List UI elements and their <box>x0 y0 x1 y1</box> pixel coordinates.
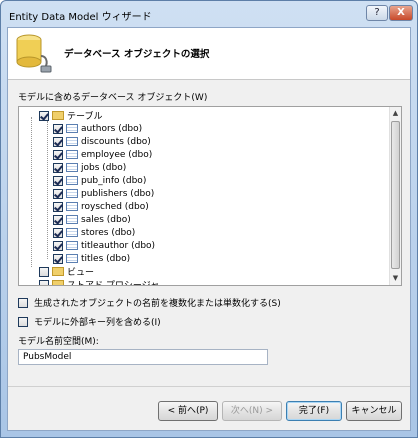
checkbox-table[interactable] <box>53 149 63 160</box>
tree-node-procedures[interactable]: ストアド プロシージャ <box>39 278 160 286</box>
footer-divider <box>8 386 410 387</box>
tree-node-label: titles (dbo) <box>81 253 131 264</box>
tree-node-label: sales (dbo) <box>81 214 131 225</box>
checkbox-procedures[interactable] <box>39 279 49 285</box>
table-icon <box>66 241 78 250</box>
procedure-folder-icon <box>52 280 64 285</box>
tree-node-table[interactable]: titleauthor (dbo) <box>53 239 155 252</box>
table-icon <box>66 163 78 172</box>
tree-guide-line <box>47 121 48 259</box>
table-folder-icon <box>52 111 64 120</box>
wizard-header: データベース オブジェクトの選択 <box>8 28 410 80</box>
tree-node-views[interactable]: ビュー <box>39 265 94 278</box>
checkbox-tables[interactable] <box>39 110 49 121</box>
pluralize-label: 生成されたオブジェクトの名前を複数化または単数化する(S) <box>34 299 281 309</box>
tree-node-table[interactable]: discounts (dbo) <box>53 135 151 148</box>
table-icon <box>66 202 78 211</box>
tree-node-table[interactable]: sales (dbo) <box>53 213 131 226</box>
view-folder-icon <box>52 267 64 276</box>
database-objects-tree[interactable]: テーブル authors (dbo) discounts (dbo) employe… <box>18 106 402 286</box>
tree-node-label: テーブル <box>67 112 103 122</box>
checkbox-table[interactable] <box>53 253 63 264</box>
tree-scrollbar[interactable]: ▲ ▼ <box>389 107 401 285</box>
checkbox-table[interactable] <box>53 201 63 212</box>
tree-node-table[interactable]: jobs (dbo) <box>53 161 126 174</box>
back-button[interactable]: < 前へ(P) <box>158 401 218 421</box>
checkbox-table[interactable] <box>53 162 63 173</box>
checkbox-table[interactable] <box>53 136 63 147</box>
scroll-thumb[interactable] <box>391 121 400 269</box>
namespace-input[interactable] <box>18 349 268 365</box>
wizard-client-area: データベース オブジェクトの選択 モデルに含めるデータベース オブジェクト(W)… <box>7 27 411 431</box>
pluralize-option[interactable]: 生成されたオブジェクトの名前を複数化または単数化する(S) <box>18 296 281 309</box>
checkbox-views[interactable] <box>39 266 49 277</box>
objects-label: モデルに含めるデータベース オブジェクト(W) <box>18 93 208 103</box>
tree-node-table[interactable]: pub_info (dbo) <box>53 174 146 187</box>
tree-node-table[interactable]: publishers (dbo) <box>53 187 154 200</box>
tree-node-table[interactable]: roysched (dbo) <box>53 200 149 213</box>
title-bar[interactable]: Entity Data Model ウィザード ? X <box>1 1 417 27</box>
scroll-down-arrow-icon[interactable]: ▼ <box>390 272 401 284</box>
namespace-label: モデル名前空間(M): <box>18 337 99 347</box>
tree-node-table[interactable]: employee (dbo) <box>53 148 152 161</box>
checkbox-pluralize[interactable] <box>18 297 28 308</box>
finish-button[interactable]: 完了(F) <box>286 401 342 421</box>
table-icon <box>66 189 78 198</box>
tree-node-label: pub_info (dbo) <box>81 175 147 186</box>
table-icon <box>66 254 78 263</box>
tree-node-label: titleauthor (dbo) <box>81 240 156 251</box>
tree-node-label: ビュー <box>67 268 95 278</box>
tree-node-tables[interactable]: テーブル <box>39 109 102 122</box>
tree-node-label: jobs (dbo) <box>81 162 127 173</box>
table-icon <box>66 150 78 159</box>
checkbox-table[interactable] <box>53 123 63 134</box>
checkbox-foreign-keys[interactable] <box>18 316 28 327</box>
checkbox-table[interactable] <box>53 227 63 238</box>
tree-node-label: stores (dbo) <box>81 227 136 238</box>
tree-node-table[interactable]: authors (dbo) <box>53 122 142 135</box>
tree-node-label: ストアド プロシージャ <box>67 281 160 286</box>
wizard-window: Entity Data Model ウィザード ? X データベース オブジェク… <box>0 0 418 438</box>
tree-node-label: employee (dbo) <box>81 149 153 160</box>
tree-node-label: roysched (dbo) <box>81 201 149 212</box>
table-icon <box>66 124 78 133</box>
tree-node-label: authors (dbo) <box>81 123 143 134</box>
page-title: データベース オブジェクトの選択 <box>64 49 210 60</box>
table-icon <box>66 176 78 185</box>
table-icon <box>66 228 78 237</box>
checkbox-table[interactable] <box>53 188 63 199</box>
table-icon <box>66 137 78 146</box>
cancel-button[interactable]: キャンセル <box>346 401 402 421</box>
tree-node-table[interactable]: stores (dbo) <box>53 226 135 239</box>
tree-node-label: discounts (dbo) <box>81 136 151 147</box>
tree-node-label: publishers (dbo) <box>81 188 155 199</box>
foreign-keys-label: モデルに外部キー列を含める(I) <box>34 318 161 328</box>
tree-guide-line <box>31 117 32 267</box>
next-button[interactable]: 次へ(N) > <box>222 401 282 421</box>
checkbox-table[interactable] <box>53 214 63 225</box>
database-icon <box>16 34 52 73</box>
help-button[interactable]: ? <box>366 5 388 21</box>
foreign-keys-option[interactable]: モデルに外部キー列を含める(I) <box>18 315 161 328</box>
checkbox-table[interactable] <box>53 175 63 186</box>
scroll-up-arrow-icon[interactable]: ▲ <box>390 107 401 119</box>
close-button[interactable]: X <box>389 5 413 21</box>
tree-node-table[interactable]: titles (dbo) <box>53 252 130 265</box>
checkbox-table[interactable] <box>53 240 63 251</box>
table-icon <box>66 215 78 224</box>
window-title: Entity Data Model ウィザード <box>9 12 152 23</box>
